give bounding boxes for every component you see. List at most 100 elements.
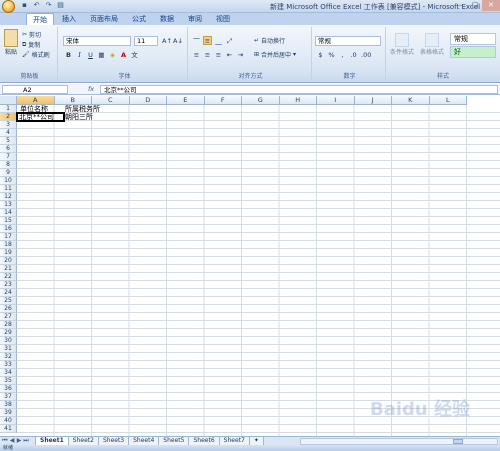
row-header-24[interactable]: 24 xyxy=(0,289,17,297)
row-header-21[interactable]: 21 xyxy=(0,265,17,273)
underline-button[interactable]: U xyxy=(86,50,95,59)
column-header-d[interactable]: D xyxy=(129,96,167,105)
fill-color-icon[interactable]: ◈ xyxy=(108,50,117,59)
column-header-i[interactable]: I xyxy=(317,96,355,105)
increase-indent-icon[interactable]: ⇥ xyxy=(236,50,245,59)
row-header-23[interactable]: 23 xyxy=(0,281,17,289)
row-header-10[interactable]: 10 xyxy=(0,177,17,185)
row-header-25[interactable]: 25 xyxy=(0,297,17,305)
style-good[interactable]: 好 xyxy=(450,46,496,58)
phonetic-icon[interactable]: 文 xyxy=(130,50,139,59)
row-header-27[interactable]: 27 xyxy=(0,313,17,321)
formula-input[interactable]: 北京**公司 xyxy=(100,85,498,94)
font-name-combo[interactable]: 宋体 xyxy=(63,36,131,46)
decrease-indent-icon[interactable]: ⇤ xyxy=(225,50,234,59)
currency-icon[interactable]: $ xyxy=(316,50,325,59)
orientation-icon[interactable]: ⤢ xyxy=(225,36,234,45)
ribbon-tab-4[interactable]: 数据 xyxy=(154,13,180,25)
next-sheet-icon[interactable]: ▶ xyxy=(16,437,22,445)
shrink-font-icon[interactable]: A↓ xyxy=(172,36,183,45)
ribbon-tab-3[interactable]: 公式 xyxy=(126,13,152,25)
row-header-1[interactable]: 1 xyxy=(0,105,17,113)
row-header-5[interactable]: 5 xyxy=(0,137,17,145)
row-header-6[interactable]: 6 xyxy=(0,145,17,153)
align-right-icon[interactable]: ≡ xyxy=(214,50,223,59)
row-header-12[interactable]: 12 xyxy=(0,193,17,201)
align-left-icon[interactable]: ≡ xyxy=(192,50,201,59)
name-box[interactable]: A2 xyxy=(2,85,68,94)
redo-icon[interactable]: ↷ xyxy=(44,1,53,10)
increase-decimal-icon[interactable]: .0 xyxy=(349,50,358,59)
row-header-30[interactable]: 30 xyxy=(0,337,17,345)
ribbon-tab-6[interactable]: 视图 xyxy=(210,13,236,25)
row-header-31[interactable]: 31 xyxy=(0,345,17,353)
table-format-button[interactable]: 表格格式 xyxy=(420,33,444,56)
save-icon[interactable]: ▪ xyxy=(20,1,29,10)
grow-font-icon[interactable]: A↑ xyxy=(161,36,172,45)
column-header-j[interactable]: J xyxy=(354,96,392,105)
fx-icon[interactable]: fx xyxy=(88,85,94,93)
ribbon-tab-1[interactable]: 插入 xyxy=(56,13,82,25)
row-header-16[interactable]: 16 xyxy=(0,225,17,233)
align-middle-icon[interactable]: ≡ xyxy=(203,36,212,45)
row-header-3[interactable]: 3 xyxy=(0,121,17,129)
row-header-18[interactable]: 18 xyxy=(0,241,17,249)
row-header-15[interactable]: 15 xyxy=(0,217,17,225)
column-header-k[interactable]: K xyxy=(392,96,430,105)
column-header-a[interactable]: A xyxy=(17,96,55,105)
column-header-g[interactable]: G xyxy=(242,96,280,105)
row-header-9[interactable]: 9 xyxy=(0,169,17,177)
row-header-20[interactable]: 20 xyxy=(0,257,17,265)
align-bottom-icon[interactable]: ⎽ xyxy=(214,36,223,45)
italic-button[interactable]: I xyxy=(75,50,84,59)
first-sheet-icon[interactable]: ⏮ xyxy=(2,437,8,445)
prev-sheet-icon[interactable]: ◀ xyxy=(9,437,15,445)
font-color-icon[interactable]: A xyxy=(119,50,128,59)
cut-button[interactable]: ✂ 剪切 xyxy=(22,30,41,39)
column-header-l[interactable]: L xyxy=(429,96,467,105)
row-header-8[interactable]: 8 xyxy=(0,161,17,169)
column-header-h[interactable]: H xyxy=(279,96,317,105)
merge-center-button[interactable]: ⊞ 合并后居中 ▾ xyxy=(254,50,296,59)
row-header-26[interactable]: 26 xyxy=(0,305,17,313)
number-format-combo[interactable]: 常规 xyxy=(315,36,381,46)
column-header-c[interactable]: C xyxy=(92,96,130,105)
last-sheet-icon[interactable]: ⏭ xyxy=(23,437,29,445)
percent-button[interactable]: % xyxy=(327,50,336,59)
style-normal[interactable]: 常规 xyxy=(450,33,496,45)
ribbon-tab-2[interactable]: 页面布局 xyxy=(84,13,124,25)
cells-area[interactable]: 单位名称 所属税务所 北京**公司 朝阳三所 xyxy=(16,105,500,436)
undo-icon[interactable]: ↶ xyxy=(32,1,41,10)
font-size-combo[interactable]: 11 xyxy=(134,36,158,46)
column-header-f[interactable]: F xyxy=(204,96,242,105)
copy-button[interactable]: ⧉ 复制 xyxy=(22,40,40,50)
column-header-b[interactable]: B xyxy=(54,96,92,105)
align-center-icon[interactable]: ≡ xyxy=(203,50,212,59)
scrollbar-thumb[interactable] xyxy=(453,439,463,444)
format-painter-button[interactable]: 🖌 格式刷 xyxy=(22,50,50,59)
row-header-14[interactable]: 14 xyxy=(0,209,17,217)
decrease-decimal-icon[interactable]: .00 xyxy=(360,50,371,59)
column-header-e[interactable]: E xyxy=(167,96,205,105)
row-header-39[interactable]: 39 xyxy=(0,409,17,417)
print-preview-icon[interactable]: ▤ xyxy=(56,1,65,10)
row-header-40[interactable]: 40 xyxy=(0,417,17,425)
row-header-13[interactable]: 13 xyxy=(0,201,17,209)
row-header-7[interactable]: 7 xyxy=(0,153,17,161)
minimize-icon[interactable]: – xyxy=(454,0,468,11)
comma-button[interactable]: , xyxy=(338,50,347,59)
maximize-icon[interactable]: □ xyxy=(468,0,482,11)
close-icon[interactable]: ✕ xyxy=(482,0,500,11)
worksheet-grid[interactable]: ABCDEFGHIJKL 1 2 3 4 5 6 7 8 9 10 11 12 13 14 15 16 17 18… xyxy=(0,96,500,436)
row-header-32[interactable]: 32 xyxy=(0,353,17,361)
horizontal-scrollbar[interactable] xyxy=(300,438,498,445)
row-header-33[interactable]: 33 xyxy=(0,361,17,369)
row-header-2[interactable]: 2 xyxy=(0,113,17,121)
row-header-41[interactable]: 41 xyxy=(0,425,17,433)
office-button[interactable] xyxy=(2,0,15,13)
cell-b2[interactable]: 朝阳三所 xyxy=(65,113,93,121)
row-header-37[interactable]: 37 xyxy=(0,393,17,401)
border-icon[interactable]: ▦ xyxy=(97,50,106,59)
row-header-29[interactable]: 29 xyxy=(0,329,17,337)
align-top-icon[interactable]: ⎺ xyxy=(192,36,201,45)
